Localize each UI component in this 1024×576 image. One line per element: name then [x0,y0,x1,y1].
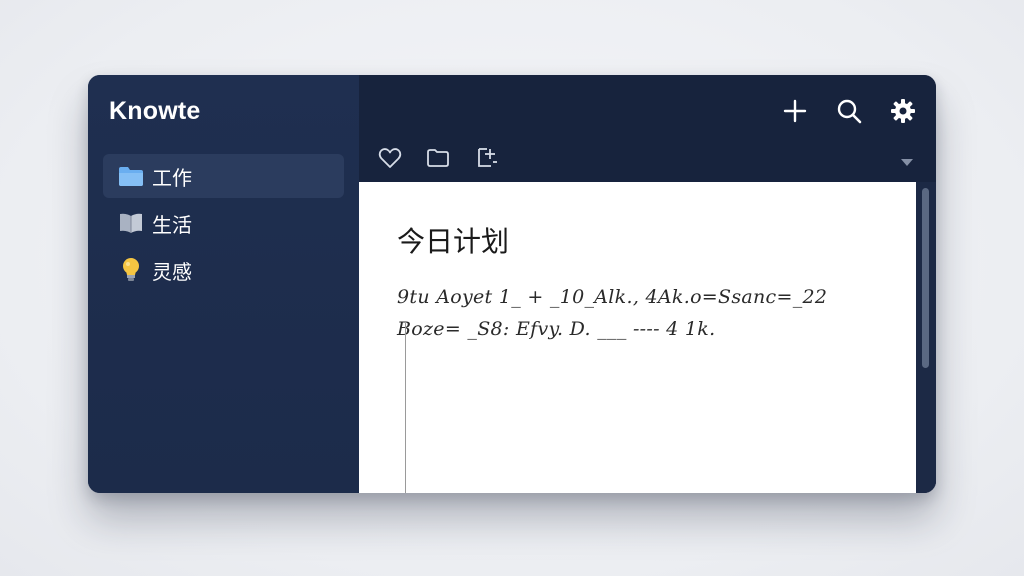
main-panel: 今日计划 9tu Aoyet 1_ + _10_Alk., 4Ak.o=Ssan… [359,75,936,493]
text-cursor [405,322,406,493]
folder-icon [116,161,146,191]
lightbulb-icon [116,255,146,285]
sidebar-item-label: 灵感 [152,259,192,284]
chevron-down-icon[interactable] [900,153,914,166]
app-window: Knowte 工作 生活 灵感 今日计划 9tu Aoyet 1_ + _10_… [88,75,936,493]
plus-icon[interactable] [781,97,809,125]
book-icon [116,208,146,238]
gear-icon[interactable] [889,97,917,125]
sidebar-item-inspiration[interactable]: 灵感 [103,248,344,292]
sidebar-item-life[interactable]: 生活 [103,201,344,245]
search-icon[interactable] [835,97,863,125]
heart-icon[interactable] [377,145,403,171]
scrollbar[interactable] [916,182,936,493]
note-text-line[interactable]: Boze= _S8: Efvy. D. ___ ---- 4 1k. [397,318,715,340]
note-title[interactable]: 今日计划 [397,220,509,260]
scrollbar-thumb[interactable] [922,188,929,368]
note-text-line[interactable]: 9tu Aoyet 1_ + _10_Alk., 4Ak.o=Ssanc=_22 [397,286,827,308]
sidebar-item-label: 生活 [152,212,192,237]
sidebar-item-work[interactable]: 工作 [103,154,344,198]
note-editor[interactable]: 今日计划 9tu Aoyet 1_ + _10_Alk., 4Ak.o=Ssan… [359,182,916,493]
folder-icon[interactable] [425,145,451,171]
app-title: Knowte [109,97,201,125]
sidebar-item-label: 工作 [152,165,192,190]
sidebar: Knowte 工作 生活 灵感 [88,75,359,493]
crop-icon[interactable] [474,145,500,171]
desktop-background: Knowte 工作 生活 灵感 今日计划 9tu Aoyet 1_ + _10_… [0,0,1024,576]
